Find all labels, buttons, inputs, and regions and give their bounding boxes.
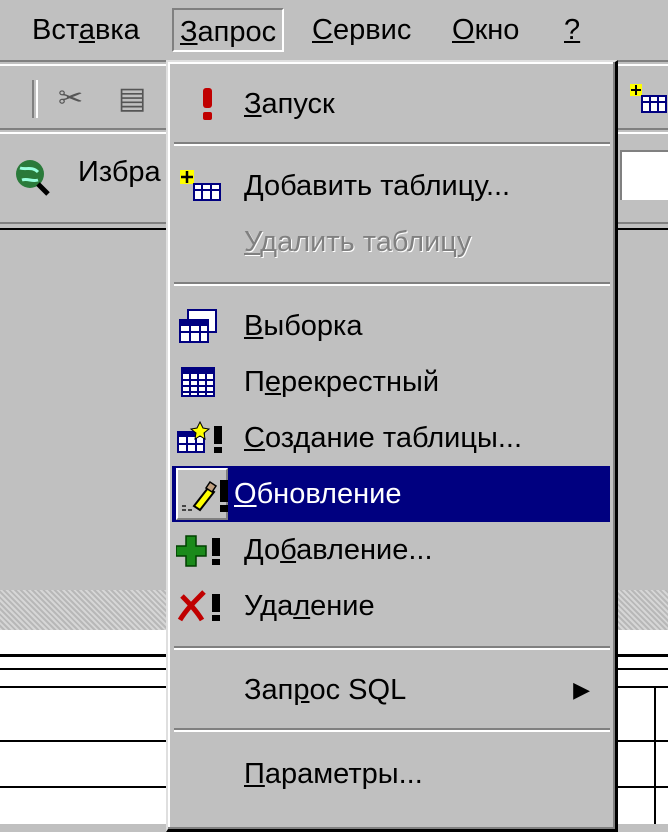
menu-item-label: Создание таблицы...: [244, 422, 523, 454]
menu-item-label: Запрос SQL: [244, 674, 407, 706]
cut-icon[interactable]: ✂: [58, 82, 83, 116]
menu-item-label: Добавить таблицу...: [244, 170, 511, 202]
menu-item-update-query[interactable]: Обновление: [172, 466, 610, 522]
menu-item-run[interactable]: Запуск: [172, 76, 610, 132]
menu-window[interactable]: Окно: [446, 8, 525, 52]
menu-item-crosstab-query[interactable]: Перекрестный: [172, 354, 610, 410]
menu-item-select-query[interactable]: Выборка: [172, 298, 610, 354]
menu-help[interactable]: ?: [558, 8, 586, 52]
menu-item-label: Добавление...: [244, 534, 433, 566]
menu-separator: [174, 142, 610, 146]
submenu-arrow-icon: ▶: [573, 677, 590, 702]
menu-item-label: Запуск: [244, 88, 335, 120]
select-query-icon: [179, 309, 217, 343]
menu-query[interactable]: Запрос: [172, 8, 285, 52]
query-dropdown-menu: Запуск Добавить таблицу... Удалить табли…: [166, 60, 618, 832]
menu-item-make-table-query[interactable]: Создание таблицы...: [172, 410, 610, 466]
menu-item-append-query[interactable]: Добавление...: [172, 522, 610, 578]
menu-item-label: Удалить таблицу: [244, 226, 472, 258]
add-table-icon: [180, 170, 221, 201]
crosstab-query-icon: [181, 367, 215, 397]
update-query-icon: [182, 480, 228, 512]
menu-item-label: Обновление: [234, 478, 402, 510]
favorites-label[interactable]: Избра: [78, 156, 161, 189]
menu-tools[interactable]: Сервис: [306, 8, 417, 52]
toolbar-separator: [32, 80, 38, 118]
menu-separator: [174, 728, 610, 732]
favorites-globe-icon[interactable]: [12, 154, 52, 198]
menu-bar: Вставка Запрос Сервис Окно ?: [0, 0, 668, 62]
menu-insert[interactable]: Вставка: [26, 8, 146, 52]
menu-item-add-table[interactable]: Добавить таблицу...: [172, 158, 610, 214]
menu-item-label: Перекрестный: [244, 366, 440, 398]
copy-icon[interactable]: ▤: [118, 82, 146, 116]
run-exclamation-icon: [203, 88, 212, 120]
menu-item-label: Удаление: [244, 590, 375, 622]
menu-separator: [174, 646, 610, 650]
menu-item-label: Выборка: [244, 310, 363, 342]
make-table-query-icon: [177, 420, 222, 453]
delete-query-icon: [177, 590, 220, 622]
menu-item-label: Параметры...: [244, 758, 423, 790]
address-field[interactable]: [620, 150, 668, 200]
menu-separator: [174, 282, 610, 286]
menu-item-sql-query[interactable]: Запрос SQL ▶: [172, 662, 610, 718]
menu-item-delete-query[interactable]: Удаление: [172, 578, 610, 634]
menu-item-parameters[interactable]: Параметры...: [172, 746, 610, 802]
add-table-toolbar-icon[interactable]: [628, 82, 668, 124]
menu-item-remove-table: Удалить таблицу: [172, 214, 610, 270]
append-query-icon: [176, 535, 220, 567]
grid-column-line: [654, 688, 656, 824]
